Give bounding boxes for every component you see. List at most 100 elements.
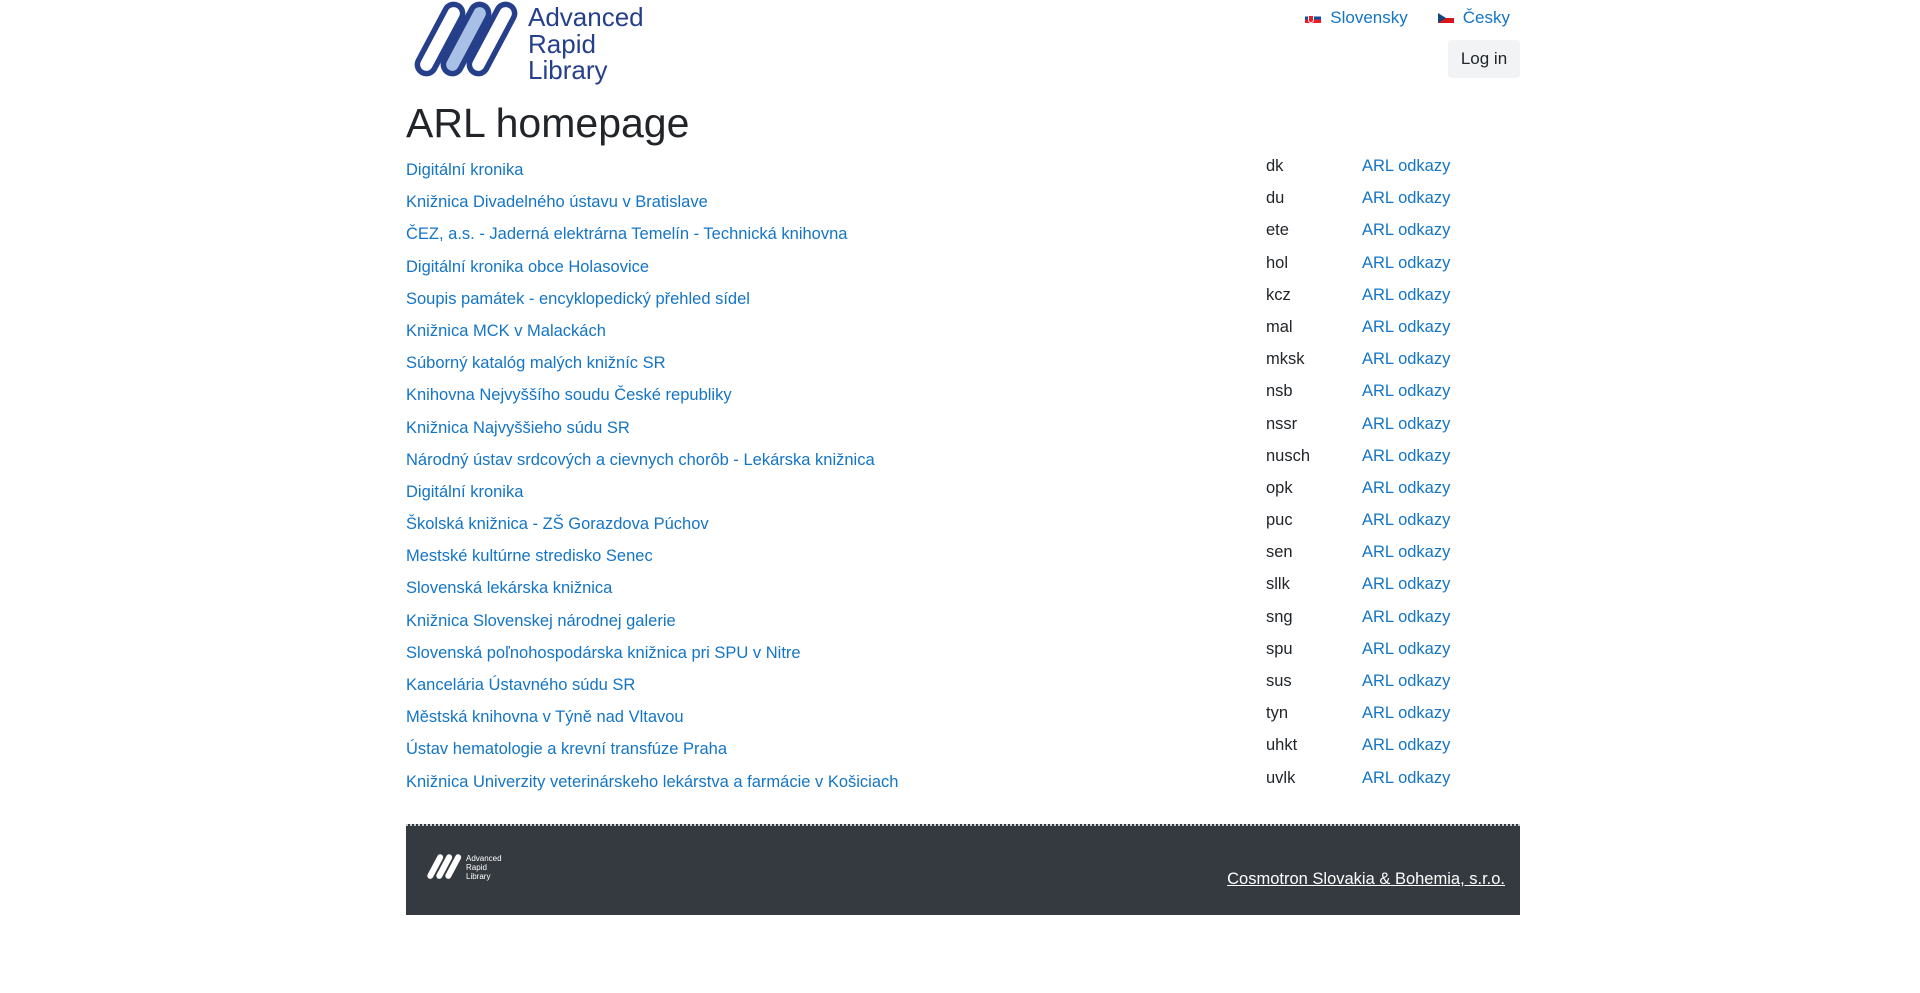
arl-links-link[interactable]: ARL odkazy <box>1362 543 1450 562</box>
list-item: Súborný katalóg malých knižníc SR mksk A… <box>406 350 1520 383</box>
library-code: dk <box>1266 157 1284 175</box>
library-code: mal <box>1266 317 1293 336</box>
library-list: Digitální kronika dk ARL odkazy Knižnica… <box>406 157 1520 802</box>
library-name-link[interactable]: Soupis památek - encyklopedický přehled … <box>406 290 750 309</box>
list-item: Knižnica Slovenskej národnej galerie sng… <box>406 608 1520 641</box>
list-item: Digitální kronika obce Holasovice hol AR… <box>406 253 1520 287</box>
arl-links-link[interactable]: ARL odkazy <box>1362 382 1450 401</box>
language-slovak-link[interactable]: Slovensky <box>1305 8 1408 28</box>
library-name-link[interactable]: Ústav hematologie a krevní transfúze Pra… <box>406 740 727 759</box>
library-code: uvlk <box>1266 768 1296 787</box>
list-item: Digitální kronika dk ARL odkazy <box>406 157 1520 190</box>
library-name-link[interactable]: Knižnica Najvyššieho súdu SR <box>406 419 630 438</box>
arl-links-link[interactable]: ARL odkazy <box>1362 511 1450 530</box>
language-czech-link[interactable]: Česky <box>1437 8 1510 28</box>
arl-links-link[interactable]: ARL odkazy <box>1362 286 1450 305</box>
library-name-link[interactable]: Knižnica MCK v Malackách <box>406 322 606 341</box>
library-name-link[interactable]: Súborný katalóg malých knižníc SR <box>406 354 666 373</box>
library-code: nusch <box>1266 446 1311 465</box>
arl-links-link[interactable]: ARL odkazy <box>1362 672 1450 691</box>
arl-links-link[interactable]: ARL odkazy <box>1362 479 1450 498</box>
library-code: sllk <box>1266 575 1290 594</box>
arl-links-link[interactable]: ARL odkazy <box>1362 769 1450 788</box>
library-name-link[interactable]: ČEZ, a.s. - Jaderná elektrárna Temelín -… <box>406 225 847 244</box>
arl-links-link[interactable]: ARL odkazy <box>1362 640 1450 659</box>
library-name-link[interactable]: Digitální kronika <box>406 483 523 502</box>
library-code: du <box>1266 189 1285 208</box>
footer: Advanced Rapid Library Cosmotron Slovaki… <box>406 824 1520 915</box>
library-code: puc <box>1266 511 1293 530</box>
logo-line: Library <box>528 55 608 85</box>
arl-links-link[interactable]: ARL odkazy <box>1362 254 1450 273</box>
arl-logo-icon <box>414 1 518 77</box>
arl-links-link[interactable]: ARL odkazy <box>1362 318 1450 337</box>
library-code: sen <box>1266 543 1293 562</box>
library-name-link[interactable]: Knihovna Nejvyššího soudu České republik… <box>406 386 732 405</box>
footer-arl-logo-icon: Advanced Rapid Library <box>427 854 502 881</box>
arl-logo[interactable]: Advanced Rapid Library <box>406 0 666 86</box>
logo-wordmark: Advanced Rapid Library <box>528 4 644 84</box>
library-code: sus <box>1266 672 1292 690</box>
list-item: Digitální kronika opk ARL odkazy <box>406 478 1520 512</box>
list-item: ČEZ, a.s. - Jaderná elektrárna Temelín -… <box>406 221 1520 254</box>
arl-links-link[interactable]: ARL odkazy <box>1362 415 1450 434</box>
library-name-link[interactable]: Slovenská lekárska knižnica <box>406 579 612 598</box>
login-button[interactable]: Log in <box>1448 40 1520 78</box>
library-name-link[interactable]: Knižnica Divadelného ústavu v Bratislave <box>406 193 708 212</box>
arl-links-link[interactable]: ARL odkazy <box>1362 736 1450 755</box>
library-name-link[interactable]: Slovenská poľnohospodárska knižnica pri … <box>406 644 801 663</box>
list-item: Slovenská lekárska knižnica sllk ARL odk… <box>406 575 1520 608</box>
language-switcher: Slovensky Česky <box>1275 8 1510 28</box>
library-name-link[interactable]: Knižnica Univerzity veterinárskeho lekár… <box>406 773 898 792</box>
czech-flag-icon <box>1437 13 1454 23</box>
list-item: Knihovna Nejvyššího soudu České republik… <box>406 382 1520 415</box>
footer-logo-line: Rapid <box>466 863 487 872</box>
slovak-flag-icon <box>1305 13 1322 23</box>
arl-links-link[interactable]: ARL odkazy <box>1362 575 1450 594</box>
arl-links-link[interactable]: ARL odkazy <box>1362 608 1450 627</box>
logo-line: Rapid <box>528 28 596 59</box>
library-code: spu <box>1266 639 1293 658</box>
library-code: tyn <box>1266 704 1289 723</box>
library-name-link[interactable]: Národný ústav srdcových a cievnych chorô… <box>406 451 875 470</box>
library-code: kcz <box>1266 285 1291 304</box>
page-title: ARL homepage <box>406 100 690 146</box>
library-code: ete <box>1266 221 1289 240</box>
list-item: Kancelária Ústavného súdu SR sus ARL odk… <box>406 672 1520 705</box>
library-name-link[interactable]: Digitální kronika obce Holasovice <box>406 258 649 277</box>
language-label: Slovensky <box>1330 8 1408 27</box>
arl-links-link[interactable]: ARL odkazy <box>1362 157 1450 176</box>
library-name-link[interactable]: Školská knižnica - ZŠ Gorazdova Púchov <box>406 515 709 534</box>
library-code: nsb <box>1266 382 1293 401</box>
library-name-link[interactable]: Kancelária Ústavného súdu SR <box>406 676 635 695</box>
library-code: opk <box>1266 478 1293 497</box>
arl-links-link[interactable]: ARL odkazy <box>1362 350 1450 369</box>
library-name-link[interactable]: Mestské kultúrne stredisko Senec <box>406 547 653 566</box>
arl-links-link[interactable]: ARL odkazy <box>1362 189 1450 208</box>
arl-links-link[interactable]: ARL odkazy <box>1362 704 1450 723</box>
library-name-link[interactable]: Digitální kronika <box>406 161 523 180</box>
arl-links-link[interactable]: ARL odkazy <box>1362 447 1450 466</box>
list-item: Knižnica MCK v Malackách mal ARL odkazy <box>406 317 1520 351</box>
list-item: Městská knihovna v Týně nad Vltavou tyn … <box>406 704 1520 737</box>
list-item: Mestské kultúrne stredisko Senec sen ARL… <box>406 543 1520 576</box>
language-label: Česky <box>1462 8 1510 27</box>
list-item: Soupis památek - encyklopedický přehled … <box>406 285 1520 319</box>
arl-links-link[interactable]: ARL odkazy <box>1362 221 1450 240</box>
footer-logo-line: Advanced <box>466 854 502 863</box>
library-name-link[interactable]: Knižnica Slovenskej národnej galerie <box>406 612 676 631</box>
library-code: hol <box>1266 253 1289 272</box>
list-item: Knižnica Univerzity veterinárskeho lekár… <box>406 768 1520 802</box>
list-item: Ústav hematologie a krevní transfúze Pra… <box>406 736 1520 769</box>
list-item: Národný ústav srdcových a cievnych chorô… <box>406 446 1520 480</box>
library-code: mksk <box>1266 350 1305 369</box>
library-name-link[interactable]: Městská knihovna v Týně nad Vltavou <box>406 708 684 727</box>
list-item: Školská knižnica - ZŠ Gorazdova Púchov p… <box>406 511 1520 544</box>
list-item: Knižnica Najvyššieho súdu SR nssr ARL od… <box>406 414 1520 448</box>
list-item: Knižnica Divadelného ústavu v Bratislave… <box>406 189 1520 222</box>
library-code: nssr <box>1266 414 1298 433</box>
company-link[interactable]: Cosmotron Slovakia & Bohemia, s.r.o. <box>1227 870 1505 889</box>
logo-line: Advanced <box>528 2 644 32</box>
library-code: uhkt <box>1266 736 1298 755</box>
list-item: Slovenská poľnohospodárska knižnica pri … <box>406 639 1520 673</box>
